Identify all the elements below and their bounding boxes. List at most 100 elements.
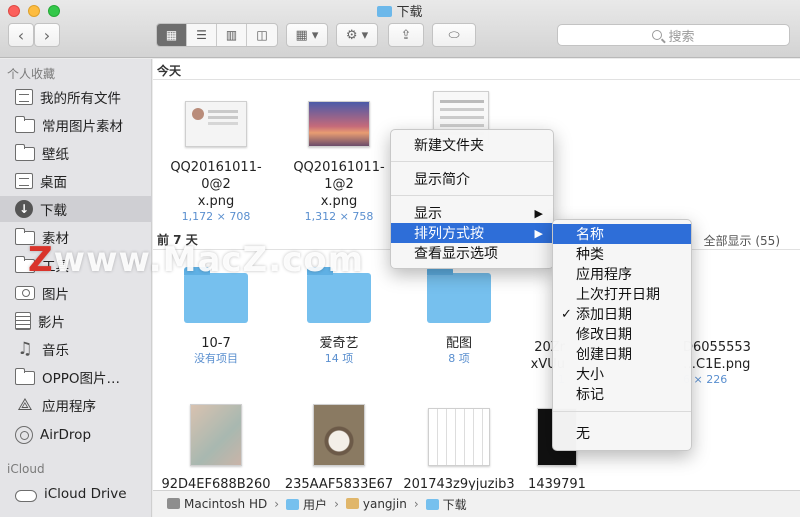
sidebar-item-downloads[interactable]: ↓ 下载 xyxy=(0,196,152,222)
list-view-button[interactable]: ☰ xyxy=(187,24,217,46)
sort-option-date-created[interactable]: 创建日期 xyxy=(553,344,691,364)
sidebar-item-wallpaper[interactable]: 壁纸 xyxy=(0,140,152,166)
path-segment-users[interactable]: 用户 xyxy=(286,496,327,513)
menu-separator xyxy=(391,195,553,196)
file-thumbnail xyxy=(313,404,365,466)
folder-icon xyxy=(14,144,35,161)
sidebar: 个人收藏 我的所有文件 常用图片素材 壁纸 桌面 ↓ 下载 素材 工具 图片 影片… xyxy=(0,59,152,517)
sidebar-item-airdrop[interactable]: AirDrop xyxy=(0,422,152,448)
menu-separator xyxy=(553,411,691,412)
file-dimensions: 1,172 × 708 xyxy=(181,210,251,223)
search-field[interactable]: 搜索 xyxy=(557,24,790,46)
folder-icon xyxy=(377,6,393,17)
airdrop-icon xyxy=(15,426,33,444)
file-name: QQ20161011-1@2 xyxy=(293,160,385,192)
folder-item[interactable]: 10-7 没有项目 xyxy=(156,267,276,366)
sort-option-date-added[interactable]: ✓ 添加日期 xyxy=(553,304,691,324)
file-item[interactable]: 92D4EF688B260 xyxy=(156,404,276,490)
sidebar-item-desktop[interactable]: 桌面 xyxy=(0,168,152,194)
show-all-link[interactable]: 全部显示 (55) xyxy=(704,232,780,249)
sidebar-item-oppo-images[interactable]: OPPO图片… xyxy=(0,364,152,390)
sort-option-kind[interactable]: 种类 xyxy=(553,244,691,264)
file-dimensions: 1,312 × 758 xyxy=(304,210,374,223)
menu-item-view-options[interactable]: 查看显示选项 xyxy=(391,243,553,263)
sidebar-item-pictures[interactable]: 图片 xyxy=(0,280,152,306)
columns-icon: ▥ xyxy=(225,28,238,42)
sort-option-last-opened[interactable]: 上次打开日期 xyxy=(553,284,691,304)
folder-item-count: 没有项目 xyxy=(194,352,238,365)
sort-option-none[interactable]: 无 xyxy=(553,423,691,443)
sort-submenu: 名称 种类 应用程序 上次打开日期 ✓ 添加日期 修改日期 创建日期 大小 标记 … xyxy=(552,219,692,451)
tags-button[interactable]: ⬭ xyxy=(432,23,476,47)
checkmark-icon: ✓ xyxy=(561,306,572,322)
section-today-title: 今天 xyxy=(157,64,182,78)
file-dimensions: 6 × 226 xyxy=(683,373,728,386)
sort-option-size[interactable]: 大小 xyxy=(553,364,691,384)
sort-option-application[interactable]: 应用程序 xyxy=(553,264,691,284)
home-icon xyxy=(345,498,359,509)
menu-separator xyxy=(391,161,553,162)
file-name: 235AAF5833E67 xyxy=(284,477,394,490)
share-button[interactable]: ⇪ xyxy=(388,23,424,47)
file-thumbnail xyxy=(308,101,370,147)
section-divider xyxy=(153,79,800,80)
file-item[interactable]: 235AAF5833E67 xyxy=(279,404,399,490)
gear-icon: ⚙ ▾ xyxy=(345,27,369,43)
path-segment-downloads[interactable]: 下载 xyxy=(425,496,467,513)
forward-button[interactable]: › xyxy=(34,23,60,47)
grid-icon: ▦ xyxy=(165,28,178,42)
sidebar-item-applications[interactable]: ⟁ 应用程序 xyxy=(0,392,152,418)
folder-icon xyxy=(425,498,439,510)
context-menu: 新建文件夹 显示简介 显示 ▶ 排列方式按 ▶ 查看显示选项 xyxy=(390,129,554,269)
camera-icon xyxy=(15,286,35,300)
sidebar-item-image-assets[interactable]: 常用图片素材 xyxy=(0,112,152,138)
folder-icon xyxy=(286,498,300,510)
sidebar-icloud-header: iCloud xyxy=(7,462,45,476)
arrange-grid-icon: ▦ ▾ xyxy=(295,27,319,43)
folder-item[interactable]: 爱奇艺 14 项 xyxy=(279,267,399,366)
file-name-ext: …C1E.png xyxy=(683,357,751,372)
cloud-icon xyxy=(15,490,37,502)
path-separator-icon: › xyxy=(413,497,419,511)
arrange-button[interactable]: ▦ ▾ xyxy=(286,23,328,47)
path-separator-icon: › xyxy=(334,497,339,511)
file-item[interactable]: 201743z9yjuzib3 xyxy=(399,408,519,490)
icon-view-button[interactable]: ▦ xyxy=(157,24,187,46)
file-name: 1439791 xyxy=(528,477,586,490)
path-segment-home[interactable]: yangjin xyxy=(345,497,407,511)
folder-icon xyxy=(14,116,35,133)
toolbar: 下载 ‹ › ▦ ☰ ▥ ◫ ▦ ▾ ⚙ ▾ ⇪ ⬭ 搜索 xyxy=(0,0,800,58)
cover-flow-view-button[interactable]: ◫ xyxy=(247,24,277,46)
path-segment-disk[interactable]: Macintosh HD xyxy=(167,497,267,511)
back-button[interactable]: ‹ xyxy=(8,23,34,47)
file-thumbnail xyxy=(428,408,490,466)
file-name: 92D4EF688B260 xyxy=(161,477,271,490)
all-files-icon xyxy=(15,89,33,105)
tag-icon: ⬭ xyxy=(448,27,460,43)
menu-item-sort-by[interactable]: 排列方式按 ▶ xyxy=(391,223,553,243)
folder-icon xyxy=(427,267,491,323)
menu-item-view[interactable]: 显示 ▶ xyxy=(391,203,553,223)
menu-item-new-folder[interactable]: 新建文件夹 xyxy=(391,135,553,155)
file-item[interactable]: QQ20161011-0@2 x.png 1,172 × 708 xyxy=(156,101,276,224)
view-mode-selector: ▦ ☰ ▥ ◫ xyxy=(156,23,278,47)
folder-icon xyxy=(14,368,35,385)
sort-option-date-modified[interactable]: 修改日期 xyxy=(553,324,691,344)
file-item[interactable]: D6055553 …C1E.png 6 × 226 xyxy=(683,329,793,387)
hard-disk-icon xyxy=(167,498,180,509)
file-name-ext: x.png xyxy=(197,194,235,209)
column-view-button[interactable]: ▥ xyxy=(217,24,247,46)
sidebar-item-movies[interactable]: 影片 xyxy=(0,308,152,334)
path-separator-icon: › xyxy=(274,497,280,511)
file-name: 201743z9yjuzib3 xyxy=(403,477,515,490)
action-button[interactable]: ⚙ ▾ xyxy=(336,23,378,47)
sidebar-item-music[interactable]: ♫ 音乐 xyxy=(0,336,152,362)
file-item[interactable]: QQ20161011-1@2 x.png 1,312 × 758 xyxy=(279,101,399,224)
sidebar-item-icloud-drive[interactable]: iCloud Drive xyxy=(0,481,152,507)
sidebar-item-all-files[interactable]: 我的所有文件 xyxy=(0,84,152,110)
download-icon: ↓ xyxy=(15,200,33,218)
chevron-left-icon: ‹ xyxy=(17,25,25,45)
sort-option-name[interactable]: 名称 xyxy=(553,224,691,244)
menu-item-get-info[interactable]: 显示简介 xyxy=(391,169,553,189)
sort-option-tags[interactable]: 标记 xyxy=(553,384,691,404)
